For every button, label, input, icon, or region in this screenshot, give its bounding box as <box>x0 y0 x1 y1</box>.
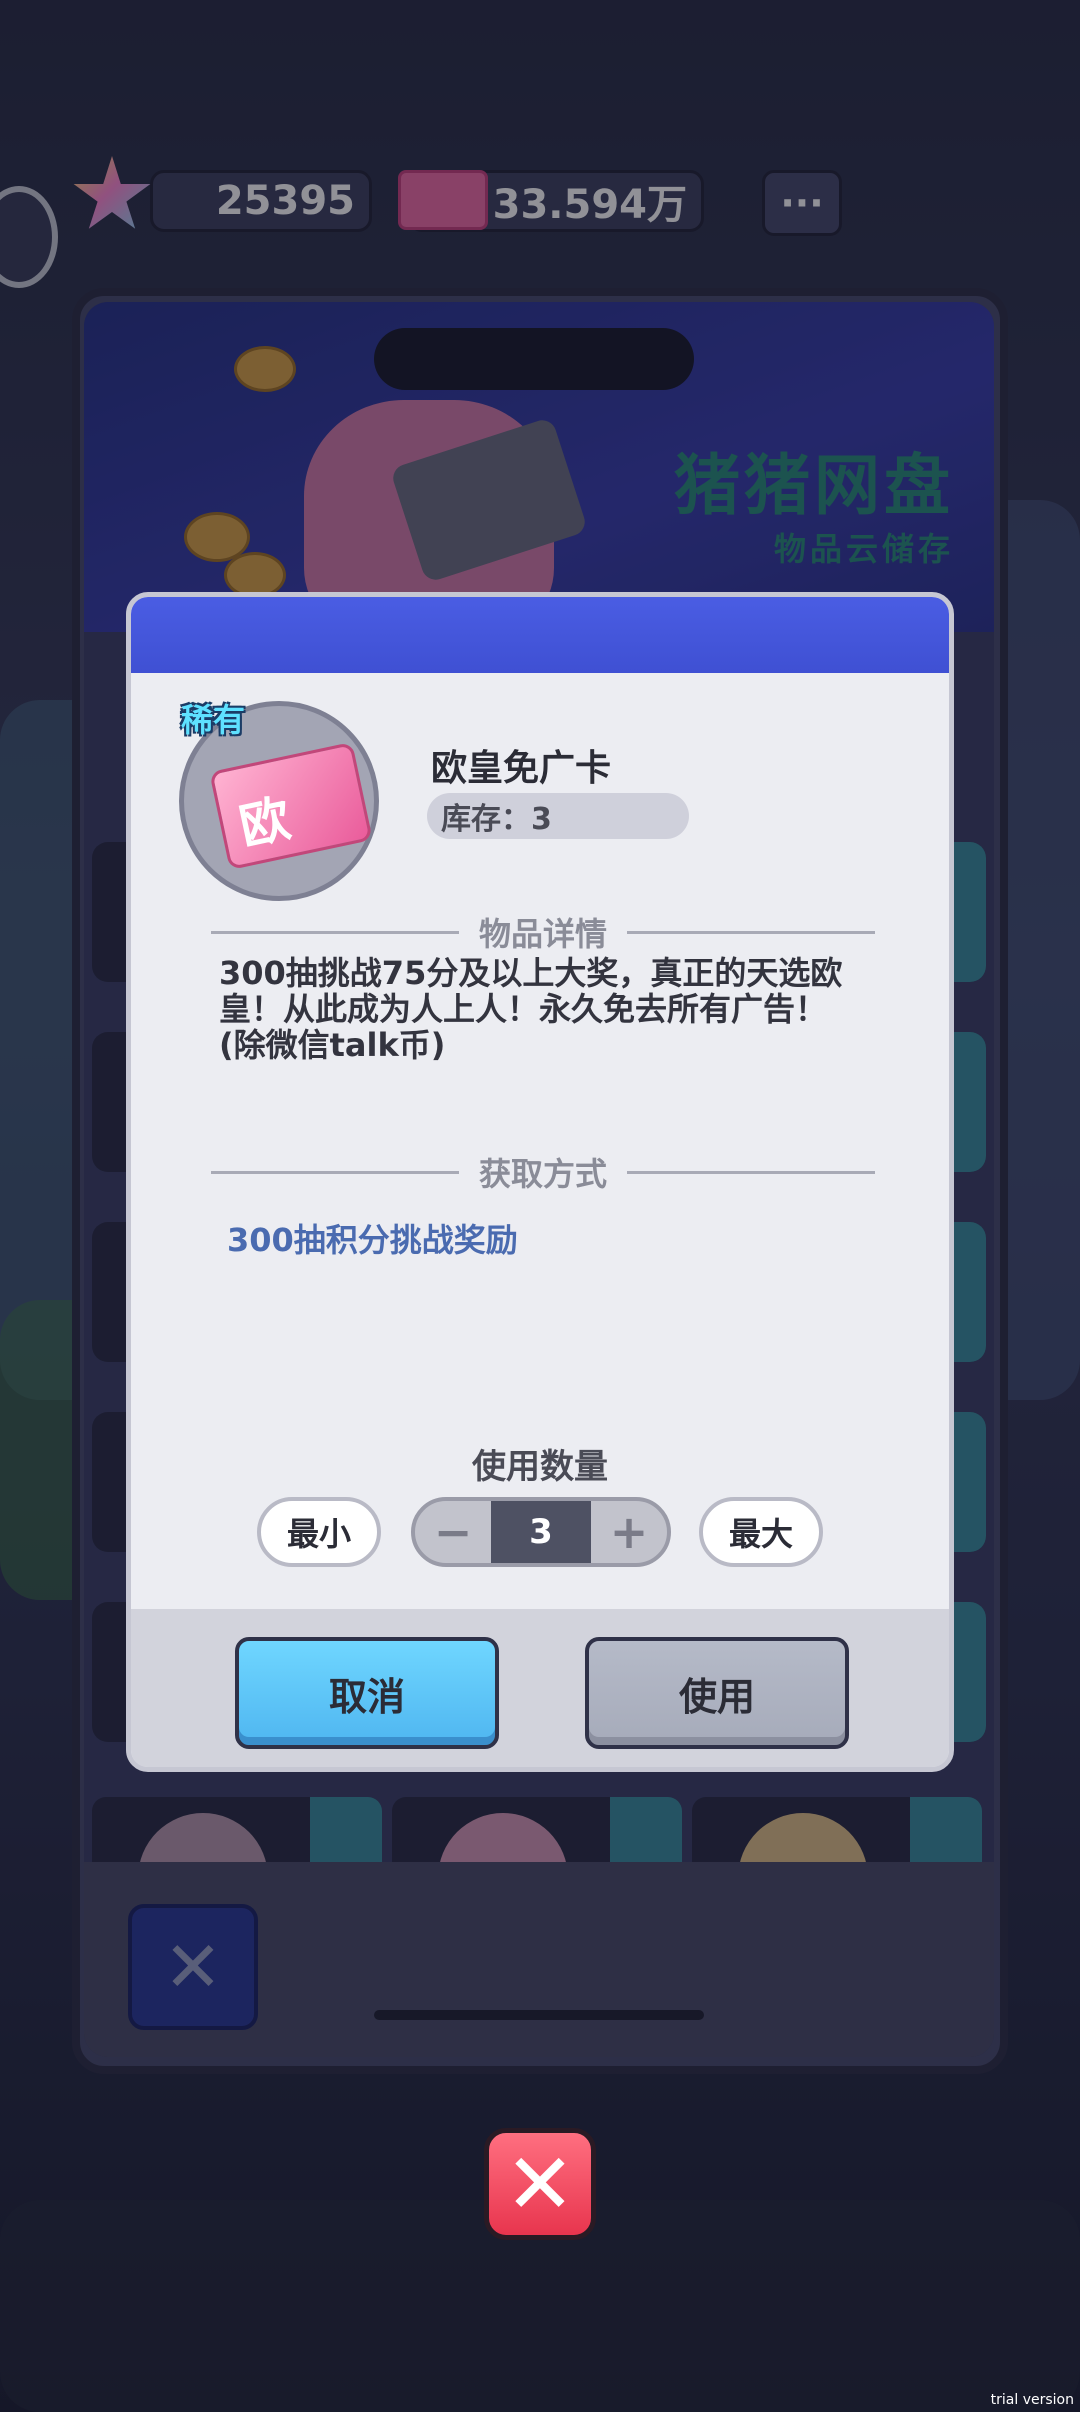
cancel-button[interactable]: 取消 <box>235 1637 499 1749</box>
item-glyph: 欧 <box>234 789 296 857</box>
divider <box>211 930 459 934</box>
quantity-stepper: − 3 + <box>411 1497 671 1567</box>
item-name: 欧皇免广卡 <box>431 748 612 789</box>
detail-title-text: 物品详情 <box>479 915 608 953</box>
decrement-button[interactable]: − <box>415 1501 491 1563</box>
stock-label: 库存：3 <box>427 793 689 839</box>
rarity-badge: 稀有 <box>181 701 246 739</box>
obtain-title-text: 获取方式 <box>479 1155 608 1193</box>
obtain-method: 300抽积分挑战奖励 <box>227 1221 518 1259</box>
quantity-value[interactable]: 3 <box>491 1501 591 1563</box>
divider <box>627 930 876 934</box>
dialog-header <box>131 597 949 673</box>
watermark: trial version <box>990 2392 1074 2408</box>
detail-section-title: 物品详情 <box>211 909 876 955</box>
close-icon: ✕ <box>504 2135 576 2233</box>
item-detail-dialog: 欧 稀有 欧皇免广卡 库存：3 物品详情 300抽挑战75分及以上大奖，真正的天… <box>126 592 954 1772</box>
ad-free-ticket-icon: 欧 <box>209 741 373 871</box>
increment-button[interactable]: + <box>591 1501 667 1563</box>
use-button[interactable]: 使用 <box>585 1637 849 1749</box>
obtain-section-title: 获取方式 <box>211 1149 876 1195</box>
close-dialog-button[interactable]: ✕ <box>484 2128 596 2240</box>
item-description: 300抽挑战75分及以上大奖，真正的天选欧皇！从此成为人上人！永久免去所有广告！… <box>219 954 843 1064</box>
max-button[interactable]: 最大 <box>699 1497 823 1567</box>
quantity-label: 使用数量 <box>472 1447 608 1487</box>
min-button[interactable]: 最小 <box>257 1497 381 1567</box>
divider <box>627 1170 876 1174</box>
divider <box>211 1170 459 1174</box>
